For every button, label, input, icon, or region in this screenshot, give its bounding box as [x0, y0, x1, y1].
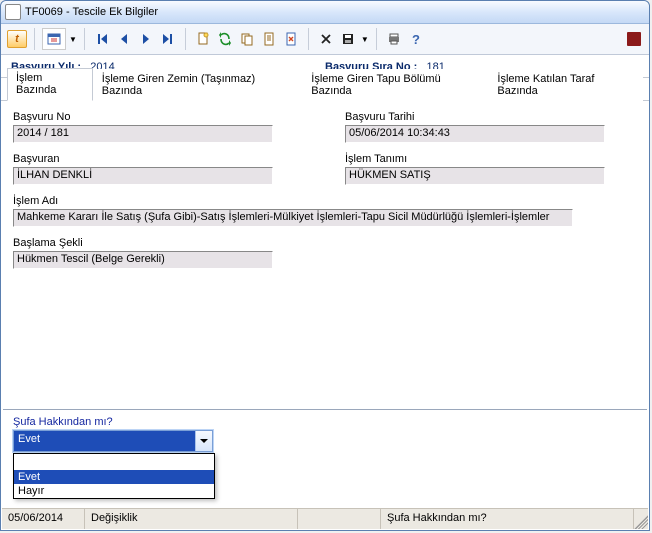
basvuran-label: Başvuran	[13, 153, 305, 165]
combo-option-blank[interactable]	[14, 454, 214, 470]
combo-arrow-icon[interactable]	[195, 431, 212, 451]
separator	[84, 28, 85, 50]
separator	[34, 28, 35, 50]
basvuru-tarihi-label: Başvuru Tarihi	[345, 111, 637, 123]
combo-selected-text: Evet	[14, 431, 195, 451]
islem-adi-field: Mahkeme Kararı İle Satış (Şufa Gibi)-Sat…	[13, 209, 573, 227]
new-doc-button[interactable]	[193, 28, 213, 50]
app-window: TF0069 - Tescile Ek Bilgiler t ▼	[0, 0, 650, 531]
doc-button[interactable]	[259, 28, 279, 50]
nav-last-button[interactable]	[158, 28, 178, 50]
islem-adi-label: İşlem Adı	[13, 195, 637, 207]
status-pane-empty1	[298, 509, 381, 529]
basvuru-tarihi-field: 05/06/2014 10:34:43	[345, 125, 605, 143]
brand-logo-icon: t	[7, 30, 27, 48]
status-date: 05/06/2014	[2, 509, 85, 529]
basvuran-field: İLHAN DENKLİ	[13, 167, 273, 185]
copy-doc-button[interactable]	[237, 28, 257, 50]
baslama-sekli-label: Başlama Şekli	[13, 237, 637, 249]
tool-button[interactable]	[281, 28, 301, 50]
separator	[308, 28, 309, 50]
print-button[interactable]	[384, 28, 404, 50]
app-icon	[5, 4, 21, 20]
calendar-icon[interactable]	[42, 28, 66, 50]
nav-prev-button[interactable]	[114, 28, 134, 50]
resize-grip[interactable]	[634, 509, 648, 529]
nav-next-button[interactable]	[136, 28, 156, 50]
save-button[interactable]	[338, 28, 358, 50]
toolbar: t ▼	[1, 24, 649, 55]
tab-zemin-bazinda[interactable]: İşleme Giren Zemin (Taşınmaz) Bazında	[93, 69, 302, 101]
title-bar[interactable]: TF0069 - Tescile Ek Bilgiler	[1, 1, 649, 24]
svg-text:?: ?	[412, 32, 420, 46]
baslama-sekli-field: Hükmen Tescil (Belge Gerekli)	[13, 251, 273, 269]
combo-option-evet[interactable]: Evet	[14, 470, 214, 484]
sufa-combo[interactable]: Evet Evet Hayır	[13, 430, 213, 452]
status-bar: 05/06/2014 Değişiklik Şufa Hakkından mı?	[2, 508, 648, 529]
combo-option-hayir[interactable]: Hayır	[14, 484, 214, 498]
tab-islem-bazinda[interactable]: İşlem Bazında	[7, 68, 93, 101]
tab-taraf-bazinda[interactable]: İşleme Katılan Taraf Bazında	[488, 69, 643, 101]
calendar-dropdown-arrow-icon[interactable]: ▼	[69, 35, 77, 44]
separator	[376, 28, 377, 50]
combo-dropdown-list: Evet Hayır	[13, 453, 215, 499]
question-panel: Şufa Hakkından mı? Evet Evet Hayır	[3, 409, 647, 508]
question-label: Şufa Hakkından mı?	[13, 416, 637, 428]
form-area: Başvuru No 2014 / 181 Başvuru Tarihi 05/…	[1, 101, 649, 275]
save-dropdown-arrow-icon[interactable]: ▼	[361, 35, 369, 44]
status-mode: Değişiklik	[85, 509, 298, 529]
islem-tanimi-label: İşlem Tanımı	[345, 153, 637, 165]
basvuru-no-label: Başvuru No	[13, 111, 305, 123]
help-button[interactable]: ?	[406, 28, 426, 50]
status-hint: Şufa Hakkından mı?	[381, 509, 634, 529]
tab-tapu-bolumu-bazinda[interactable]: İşleme Giren Tapu Bölümü Bazında	[302, 69, 488, 101]
refresh-button[interactable]	[215, 28, 235, 50]
delete-button[interactable]	[316, 28, 336, 50]
islem-tanimi-field: HÜKMEN SATIŞ	[345, 167, 605, 185]
basvuru-no-field: 2014 / 181	[13, 125, 273, 143]
separator	[185, 28, 186, 50]
close-panel-button[interactable]	[627, 32, 641, 46]
nav-first-button[interactable]	[92, 28, 112, 50]
window-title: TF0069 - Tescile Ek Bilgiler	[25, 6, 158, 18]
tab-strip: İşlem Bazında İşleme Giren Zemin (Taşınm…	[1, 78, 649, 101]
